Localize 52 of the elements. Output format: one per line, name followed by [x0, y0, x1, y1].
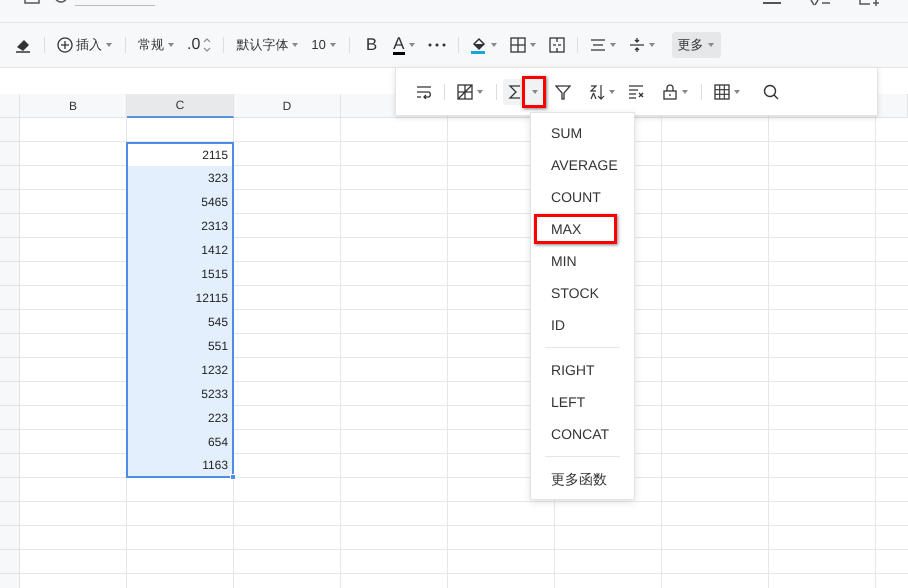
font-size-dropdown[interactable]: 10: [305, 32, 343, 58]
table-cell[interactable]: 2313: [126, 214, 234, 238]
caret-icon: [706, 42, 714, 48]
font-color-button[interactable]: A: [387, 32, 422, 58]
table-cell[interactable]: 2115: [126, 142, 234, 166]
function-menu-item[interactable]: COUNT: [531, 181, 634, 213]
table-cell[interactable]: 1163: [126, 454, 234, 478]
font-dropdown[interactable]: 默认字体: [230, 32, 306, 58]
caret-icon: [608, 42, 616, 48]
table-cell[interactable]: 12115: [126, 286, 234, 310]
function-menu-item[interactable]: MIN: [531, 245, 634, 277]
caret-icon: [408, 42, 416, 48]
caret-icon: [490, 42, 498, 48]
function-menu-item[interactable]: ID: [531, 309, 634, 341]
sigma-icon: [507, 84, 523, 100]
function-menu-item[interactable]: RIGHT: [531, 354, 634, 386]
function-menu-item[interactable]: STOCK: [531, 277, 634, 309]
caret-icon: [328, 42, 337, 48]
number-format-dropdown[interactable]: 常规: [132, 32, 181, 58]
plus-circle-icon: [57, 37, 73, 53]
column-header[interactable]: D: [234, 94, 341, 118]
caret-icon: [167, 42, 175, 48]
function-menu-item[interactable]: LEFT: [531, 386, 634, 418]
table-cell[interactable]: 1515: [126, 262, 234, 286]
table-cell[interactable]: 1232: [126, 358, 234, 382]
table-cell[interactable]: 323: [126, 166, 234, 190]
table-cell[interactable]: 5233: [126, 382, 234, 406]
column-header[interactable]: C: [127, 94, 234, 118]
function-menu-item[interactable]: SUM: [531, 117, 634, 149]
decimal-spinner[interactable]: .0: [181, 32, 218, 58]
bold-button[interactable]: B: [356, 32, 388, 58]
insert-button[interactable]: 插入: [51, 32, 119, 58]
table-cell[interactable]: 654: [126, 430, 234, 454]
table-cell[interactable]: 223: [126, 406, 234, 430]
function-menu-item[interactable]: CONCAT: [531, 418, 634, 450]
table-cell[interactable]: 545: [126, 310, 234, 334]
function-menu-item[interactable]: AVERAGE: [531, 149, 634, 181]
caret-icon: [291, 42, 300, 48]
caret-icon: [105, 42, 113, 48]
caret-icon: [528, 42, 536, 48]
table-cell[interactable]: 1412: [126, 238, 234, 262]
column-header[interactable]: B: [20, 94, 127, 118]
caret-icon: [648, 42, 656, 48]
table-cell[interactable]: 551: [126, 334, 234, 358]
more-button[interactable]: 更多: [672, 32, 720, 58]
toolbar-icon[interactable]: [858, 0, 882, 6]
function-menu-item[interactable]: MAX: [531, 213, 634, 245]
toolbar-icon[interactable]: [808, 0, 832, 6]
table-cell[interactable]: 5465: [126, 190, 234, 214]
fill-handle[interactable]: [230, 474, 236, 480]
spinner-arrows-icon: [203, 37, 212, 53]
function-menu-item[interactable]: 更多函数: [531, 463, 634, 495]
